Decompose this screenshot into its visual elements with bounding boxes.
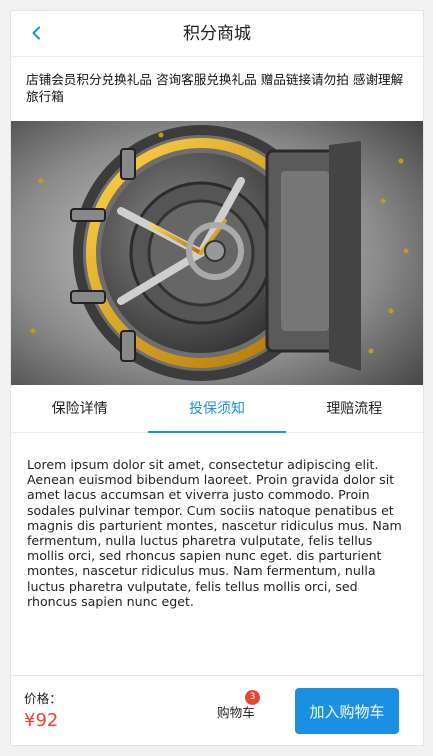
tab-claims-process[interactable]: 理赔流程: [286, 385, 423, 432]
price-label: 价格：: [24, 691, 62, 706]
back-button[interactable]: [25, 21, 49, 45]
price-value: ¥92: [24, 710, 59, 731]
bottom-bar: 价格： ¥92 购物车 3 加入购物车: [11, 675, 423, 745]
product-banner-image: [11, 121, 423, 385]
tab-insurance-notice[interactable]: 投保须知: [148, 385, 286, 433]
cart-count-badge: 3: [245, 690, 260, 705]
chevron-left-icon: [32, 26, 40, 40]
add-to-cart-button[interactable]: 加入购物车: [295, 688, 399, 734]
tab-bar: 保险详情 投保须知 理赔流程: [11, 385, 423, 433]
tab-content-text: Lorem ipsum dolor sit amet, consectetur …: [27, 457, 402, 609]
app-frame: 积分商城 店铺会员积分兑换礼品 咨询客服兑换礼品 赠品链接请勿拍 感谢理解 旅行…: [10, 10, 424, 746]
product-description: 店铺会员积分兑换礼品 咨询客服兑换礼品 赠品链接请勿拍 感谢理解 旅行箱: [26, 72, 404, 104]
page-title: 积分商城: [183, 24, 251, 44]
cart-label: 购物车: [217, 705, 255, 720]
tab-insurance-details[interactable]: 保险详情: [11, 385, 148, 432]
header: 积分商城: [11, 11, 423, 57]
cart-button[interactable]: 购物车 3: [217, 690, 260, 721]
